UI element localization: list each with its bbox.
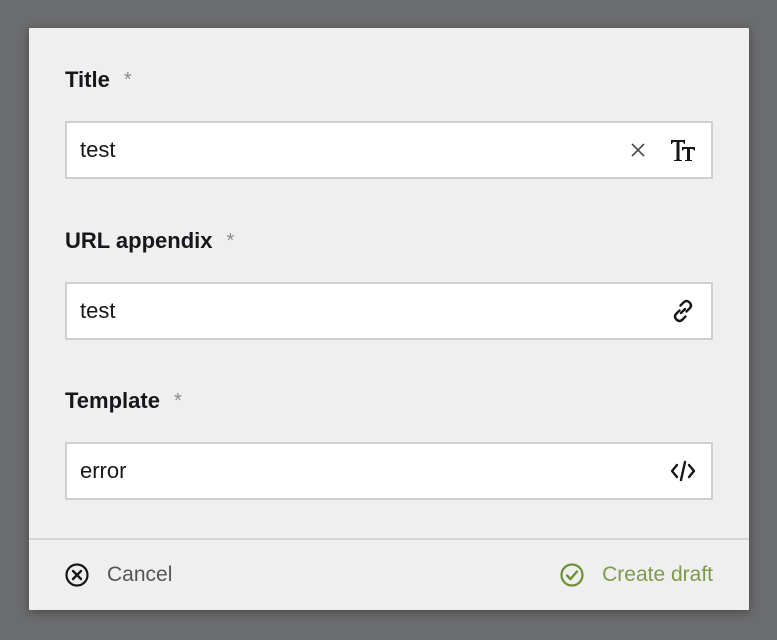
template-input[interactable]: error	[65, 442, 713, 500]
create-page-dialog: Title * test URL appendix * test Templat…	[29, 28, 749, 610]
create-draft-button-label: Create draft	[602, 563, 713, 586]
close-icon[interactable]	[623, 123, 653, 177]
url-appendix-label-text: URL appendix	[65, 228, 213, 253]
title-input[interactable]: test	[65, 121, 713, 179]
title-label: Title *	[65, 65, 132, 95]
check-circle-icon	[560, 563, 584, 587]
dialog-footer: Cancel Create draft	[29, 540, 749, 610]
create-draft-button[interactable]: Create draft	[560, 540, 713, 610]
required-mark: *	[173, 389, 182, 412]
title-label-text: Title	[65, 67, 110, 92]
url-appendix-input[interactable]: test	[65, 282, 713, 340]
link-icon	[655, 284, 711, 338]
cancel-button-label: Cancel	[107, 563, 173, 586]
required-mark: *	[123, 68, 132, 91]
code-icon	[655, 444, 711, 498]
template-label: Template *	[65, 386, 182, 416]
template-label-text: Template	[65, 388, 160, 413]
required-mark: *	[226, 229, 235, 252]
template-input-value[interactable]: error	[67, 458, 655, 484]
title-input-value[interactable]: test	[67, 137, 623, 163]
text-size-icon	[655, 123, 711, 177]
cancel-button[interactable]: Cancel	[65, 540, 172, 610]
url-appendix-input-value[interactable]: test	[67, 298, 655, 324]
url-appendix-label: URL appendix *	[65, 226, 234, 256]
cancel-circle-icon	[65, 563, 89, 587]
